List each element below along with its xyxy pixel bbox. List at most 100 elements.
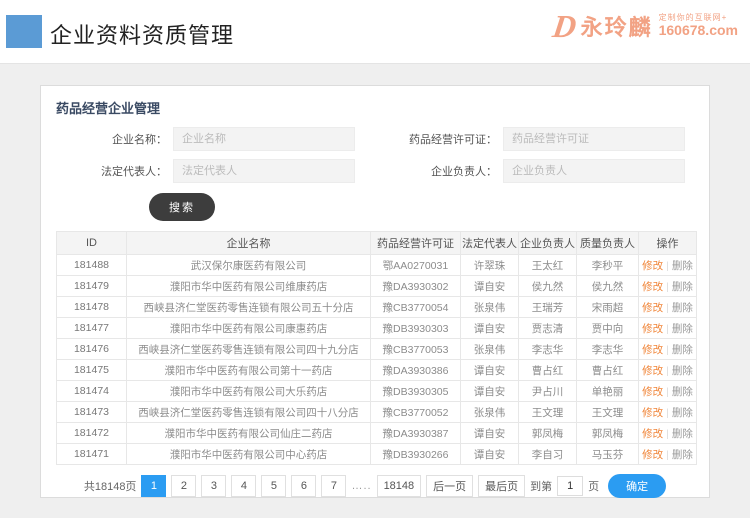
cell-quality: 侯九然 [577,276,639,297]
delete-link[interactable]: 删除 [672,302,693,314]
company-name-input[interactable] [173,127,355,151]
cell-quality: 曹占红 [577,360,639,381]
page-button-2[interactable]: 2 [171,475,196,497]
cell-id: 181476 [57,339,127,360]
manager-input[interactable] [503,159,685,183]
action-separator: | [666,344,669,356]
search-button[interactable]: 搜索 [149,193,215,221]
delete-link[interactable]: 删除 [672,407,693,419]
edit-link[interactable]: 修改 [642,302,663,314]
next-page-button[interactable]: 后一页 [426,475,473,497]
cell-manager: 李志华 [519,339,577,360]
content-card: 药品经营企业管理 企业名称： 药品经营许可证： 法定代表人： 企业负责人： 搜索 [40,85,710,498]
cell-manager: 王太红 [519,255,577,276]
action-separator: | [666,386,669,398]
last-page-button[interactable]: 最后页 [478,475,525,497]
license-input[interactable] [503,127,685,151]
cell-actions: 修改|删除 [639,339,697,360]
cell-quality: 李志华 [577,339,639,360]
action-separator: | [666,407,669,419]
field-license: 药品经营许可证： [395,127,685,151]
cell-company-name: 濮阳市华中医药有限公司仙庄二药店 [127,423,371,444]
edit-link[interactable]: 修改 [642,365,663,377]
cell-quality: 宋雨超 [577,297,639,318]
col-header-actions: 操作 [639,232,697,255]
delete-link[interactable]: 删除 [672,386,693,398]
action-separator: | [666,302,669,314]
brand-domain: 160678.com [659,22,738,39]
col-header-legal-rep: 法定代表人 [461,232,519,255]
cell-license: 豫DA3930302 [371,276,461,297]
cell-legal-rep: 谭自安 [461,360,519,381]
cell-legal-rep: 谭自安 [461,381,519,402]
table-row: 181472濮阳市华中医药有限公司仙庄二药店豫DA3930387谭自安郭凤梅郭凤… [57,423,697,444]
goto-confirm-button[interactable]: 确定 [608,474,666,498]
cell-legal-rep: 谭自安 [461,423,519,444]
delete-link[interactable]: 删除 [672,323,693,335]
action-separator: | [666,260,669,272]
action-separator: | [666,323,669,335]
edit-link[interactable]: 修改 [642,344,663,356]
delete-link[interactable]: 删除 [672,428,693,440]
legal-rep-input[interactable] [173,159,355,183]
cell-actions: 修改|删除 [639,276,697,297]
page-button-4[interactable]: 4 [231,475,256,497]
cell-actions: 修改|删除 [639,381,697,402]
cell-actions: 修改|删除 [639,318,697,339]
page-button-5[interactable]: 5 [261,475,286,497]
title-accent-square [6,15,42,48]
page-button-6[interactable]: 6 [291,475,316,497]
cell-id: 181488 [57,255,127,276]
cell-manager: 李自习 [519,444,577,465]
page-button-3[interactable]: 3 [201,475,226,497]
page-button-1[interactable]: 1 [141,475,166,497]
cell-company-name: 濮阳市华中医药有限公司第十一药店 [127,360,371,381]
cell-legal-rep: 谭自安 [461,444,519,465]
table-header-row: ID 企业名称 药品经营许可证 法定代表人 企业负责人 质量负责人 操作 [57,232,697,255]
cell-quality: 马玉芬 [577,444,639,465]
cell-quality: 郭凤梅 [577,423,639,444]
cell-quality: 单艳丽 [577,381,639,402]
page-number-buttons: 1234567 [141,475,346,497]
field-manager: 企业负责人： [395,159,685,183]
cell-license: 豫DA3930386 [371,360,461,381]
delete-link[interactable]: 删除 [672,260,693,272]
edit-link[interactable]: 修改 [642,323,663,335]
cell-company-name: 濮阳市华中医药有限公司维康药店 [127,276,371,297]
cell-actions: 修改|删除 [639,423,697,444]
delete-link[interactable]: 删除 [672,344,693,356]
edit-link[interactable]: 修改 [642,449,663,461]
edit-link[interactable]: 修改 [642,386,663,398]
cell-manager: 侯九然 [519,276,577,297]
goto-page-input[interactable] [557,476,583,496]
cell-license: 豫DA3930387 [371,423,461,444]
cell-id: 181474 [57,381,127,402]
table-row: 181479濮阳市华中医药有限公司维康药店豫DA3930302谭自安侯九然侯九然… [57,276,697,297]
field-company-name: 企业名称： [65,127,355,151]
delete-link[interactable]: 删除 [672,281,693,293]
cell-id: 181478 [57,297,127,318]
cell-id: 181479 [57,276,127,297]
cell-legal-rep: 张泉伟 [461,297,519,318]
brand-name: 永玲麟 [581,10,653,42]
delete-link[interactable]: 删除 [672,365,693,377]
goto-suffix-label: 页 [588,478,599,494]
table-row: 181475濮阳市华中医药有限公司第十一药店豫DA3930386谭自安曹占红曹占… [57,360,697,381]
cell-manager: 贾志清 [519,318,577,339]
col-header-company-name: 企业名称 [127,232,371,255]
edit-link[interactable]: 修改 [642,428,663,440]
section-title: 药品经营企业管理 [56,98,694,117]
cell-manager: 尹占川 [519,381,577,402]
table-row: 181476西峡县济仁堂医药零售连锁有限公司四十九分店豫CB3770053张泉伟… [57,339,697,360]
action-separator: | [666,428,669,440]
company-name-label: 企业名称： [65,131,173,147]
page-button-7[interactable]: 7 [321,475,346,497]
edit-link[interactable]: 修改 [642,260,663,272]
delete-link[interactable]: 删除 [672,449,693,461]
cell-license: 鄂AA0270031 [371,255,461,276]
page-button-last-number[interactable]: 18148 [377,475,422,497]
edit-link[interactable]: 修改 [642,281,663,293]
cell-id: 181472 [57,423,127,444]
cell-manager: 郭凤梅 [519,423,577,444]
edit-link[interactable]: 修改 [642,407,663,419]
